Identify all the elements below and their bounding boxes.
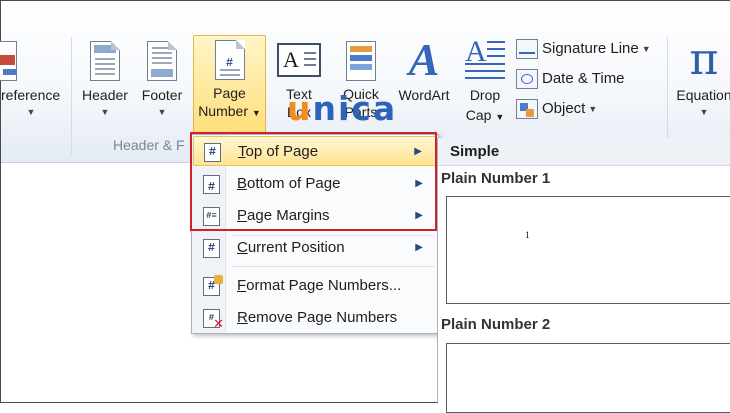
menu-item-remove-page-numbers[interactable]: # ✕ Remove Page Numbers [193, 303, 437, 333]
reference-icon [0, 41, 27, 81]
page-number-icon: # [214, 40, 245, 80]
calendar-icon [516, 69, 538, 90]
footer-label: Footer [141, 87, 183, 103]
chevron-down-icon: ▼ [495, 112, 505, 122]
submenu-arrow-icon: ▶ [415, 242, 423, 253]
drop-cap-icon: A [463, 37, 507, 79]
signature-line-button[interactable]: Signature Line ▼ [516, 38, 651, 60]
object-icon [516, 99, 538, 120]
chevron-down-icon: ▼ [251, 108, 261, 118]
highlight-callout [190, 132, 437, 231]
equation-label: Equation [676, 87, 730, 103]
menu-separator [232, 266, 434, 267]
gallery-section-title: Simple [438, 138, 730, 166]
unica-logo: unica [287, 89, 398, 128]
footer-icon [147, 41, 177, 81]
chevron-down-icon: ▼ [100, 107, 110, 117]
pi-icon: π [689, 34, 719, 85]
equation-button[interactable]: π Equation ▼ [669, 35, 730, 119]
format-page-numbers-icon: # [203, 275, 223, 296]
drop-cap-label-1: Drop [469, 87, 501, 103]
menu-item-current-position[interactable]: # Current Position ▶ [193, 233, 437, 263]
page-number-button[interactable]: # Page Number ▼ [193, 35, 266, 133]
date-time-label: Date & Time [542, 70, 625, 87]
ribbon-divider [71, 37, 72, 155]
wordart-button[interactable]: A WordArt [391, 37, 457, 105]
menu-item-label: Format Page Numbers... [237, 277, 402, 294]
page-number-gallery: Simple Plain Number 1 1 Plain Number 2 [437, 138, 730, 413]
signature-line-icon [516, 39, 538, 60]
page-number-label-2: Number ▼ [198, 103, 261, 119]
current-position-icon: # [203, 239, 220, 258]
menu-item-format-page-numbers[interactable]: # Format Page Numbers... [193, 271, 437, 301]
menu-item-label: Remove Page Numbers [237, 309, 398, 326]
chevron-down-icon: ▼ [157, 107, 167, 117]
header-icon [90, 41, 120, 81]
reference-button[interactable]: reference ▼ [0, 41, 65, 119]
header-button[interactable]: Header ▼ [77, 41, 133, 119]
chevron-down-icon: ▼ [641, 44, 651, 55]
page-number-label-1: Page [213, 85, 246, 101]
gallery-item-title: Plain Number 2 [441, 316, 551, 333]
object-label: Object [542, 100, 586, 117]
date-time-button[interactable]: Date & Time [516, 68, 625, 90]
header-label: Header [82, 87, 128, 103]
drop-cap-button[interactable]: A Drop Cap ▼ [459, 37, 511, 127]
footer-button[interactable]: Footer ▼ [135, 41, 189, 119]
signature-line-label: Signature Line [542, 40, 639, 57]
remove-page-numbers-icon: # ✕ [203, 309, 224, 330]
drop-cap-label-2: Cap ▼ [465, 107, 505, 123]
chevron-down-icon: ▼ [26, 107, 36, 117]
gallery-item-title: Plain Number 1 [441, 170, 551, 187]
quick-parts-icon [346, 41, 376, 81]
chevron-down-icon: ▼ [699, 107, 709, 117]
text-box-icon: A [277, 43, 321, 77]
group-label-header-footer: Header & F [113, 137, 185, 153]
gallery-item-plain-number-1[interactable]: 1 [446, 196, 730, 304]
reference-label: reference [1, 87, 61, 103]
preview-page-number: 1 [525, 230, 530, 240]
chevron-down-icon: ▼ [588, 104, 598, 115]
wordart-icon: A [408, 34, 440, 85]
wordart-label: WordArt [398, 87, 450, 103]
object-button[interactable]: Object ▼ [516, 98, 597, 120]
menu-item-label: Current Position [237, 239, 345, 256]
